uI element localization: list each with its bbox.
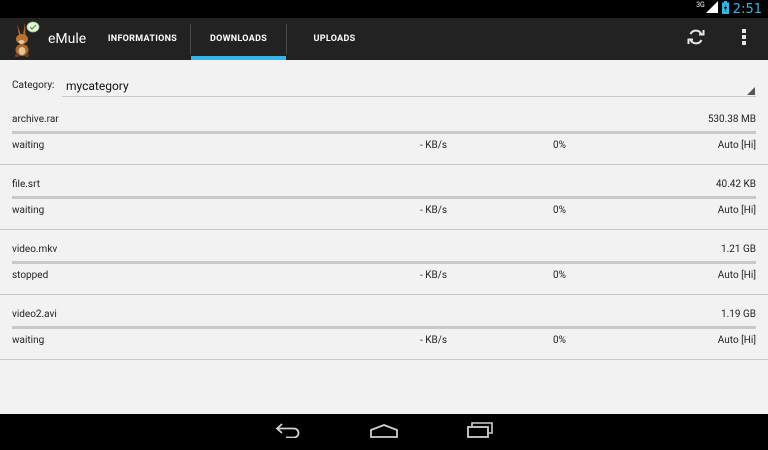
refresh-button[interactable] (676, 18, 716, 60)
overflow-menu-button[interactable] (724, 18, 764, 60)
status-bar: 3G 2:51 (0, 0, 768, 18)
download-item[interactable]: video.mkv 1.21 GB stopped - KB/s 0% Auto… (0, 230, 768, 295)
recent-apps-icon (466, 422, 494, 442)
spinner-arrow-icon (747, 87, 755, 95)
download-size: 1.21 GB (720, 244, 756, 255)
overflow-menu-icon (741, 28, 747, 50)
download-percent: 0% (553, 140, 566, 151)
network-type-label: 3G (696, 1, 705, 9)
category-label: Category: (12, 80, 55, 91)
download-status: waiting (12, 140, 45, 151)
home-icon (370, 423, 398, 442)
download-item[interactable]: file.srt 40.42 KB waiting - KB/s 0% Auto… (0, 165, 768, 230)
download-progress-bar (12, 326, 756, 329)
download-status: stopped (12, 270, 49, 281)
status-indicators: 3G 2:51 (696, 0, 762, 18)
download-progress-bar (12, 196, 756, 199)
download-speed: - KB/s (420, 140, 448, 151)
back-icon (274, 422, 302, 442)
download-percent: 0% (553, 270, 566, 281)
status-time: 2:51 (732, 1, 762, 17)
download-filename: archive.rar (12, 114, 59, 125)
battery-icon (721, 0, 729, 18)
download-filename: video.mkv (12, 244, 58, 255)
category-spinner[interactable]: mycategory (62, 77, 756, 97)
download-list: archive.rar 530.38 MB waiting - KB/s 0% … (0, 100, 768, 360)
download-size: 530.38 MB (707, 114, 756, 125)
download-progress-bar (12, 131, 756, 134)
navigation-bar (0, 414, 768, 450)
download-percent: 0% (553, 205, 566, 216)
action-bar: eMule INFORMATIONS DOWNLOADS UPLOADS (0, 18, 768, 60)
category-spinner-value: mycategory (66, 79, 129, 93)
download-priority: Auto [Hi] (717, 140, 756, 151)
download-size: 40.42 KB (715, 179, 756, 190)
category-row: Category: mycategory (12, 77, 756, 101)
tab-downloads[interactable]: DOWNLOADS (191, 18, 286, 60)
tab-uploads[interactable]: UPLOADS (287, 18, 382, 60)
download-size: 1.19 GB (720, 309, 756, 320)
download-speed: - KB/s (420, 335, 448, 346)
download-priority: Auto [Hi] (717, 335, 756, 346)
tab-informations[interactable]: INFORMATIONS (95, 18, 190, 60)
download-status: waiting (12, 205, 45, 216)
download-speed: - KB/s (420, 270, 448, 281)
download-priority: Auto [Hi] (717, 270, 756, 281)
download-item[interactable]: video2.avi 1.19 GB waiting - KB/s 0% Aut… (0, 295, 768, 360)
download-item[interactable]: archive.rar 530.38 MB waiting - KB/s 0% … (0, 100, 768, 165)
emule-logo-icon[interactable] (8, 20, 40, 58)
tab-bar: INFORMATIONS DOWNLOADS UPLOADS (95, 18, 382, 60)
downloads-content: Category: mycategory archive.rar 530.38 … (0, 60, 768, 414)
download-filename: video2.avi (12, 309, 57, 320)
download-status: waiting (12, 335, 45, 346)
download-priority: Auto [Hi] (717, 205, 756, 216)
download-speed: - KB/s (420, 205, 448, 216)
download-filename: file.srt (12, 179, 40, 190)
refresh-icon (686, 27, 706, 51)
app-title: eMule (48, 31, 87, 47)
back-button[interactable] (264, 414, 312, 450)
recent-apps-button[interactable] (456, 414, 504, 450)
download-progress-bar (12, 261, 756, 264)
home-button[interactable] (360, 414, 408, 450)
signal-icon (705, 1, 718, 17)
download-percent: 0% (553, 335, 566, 346)
